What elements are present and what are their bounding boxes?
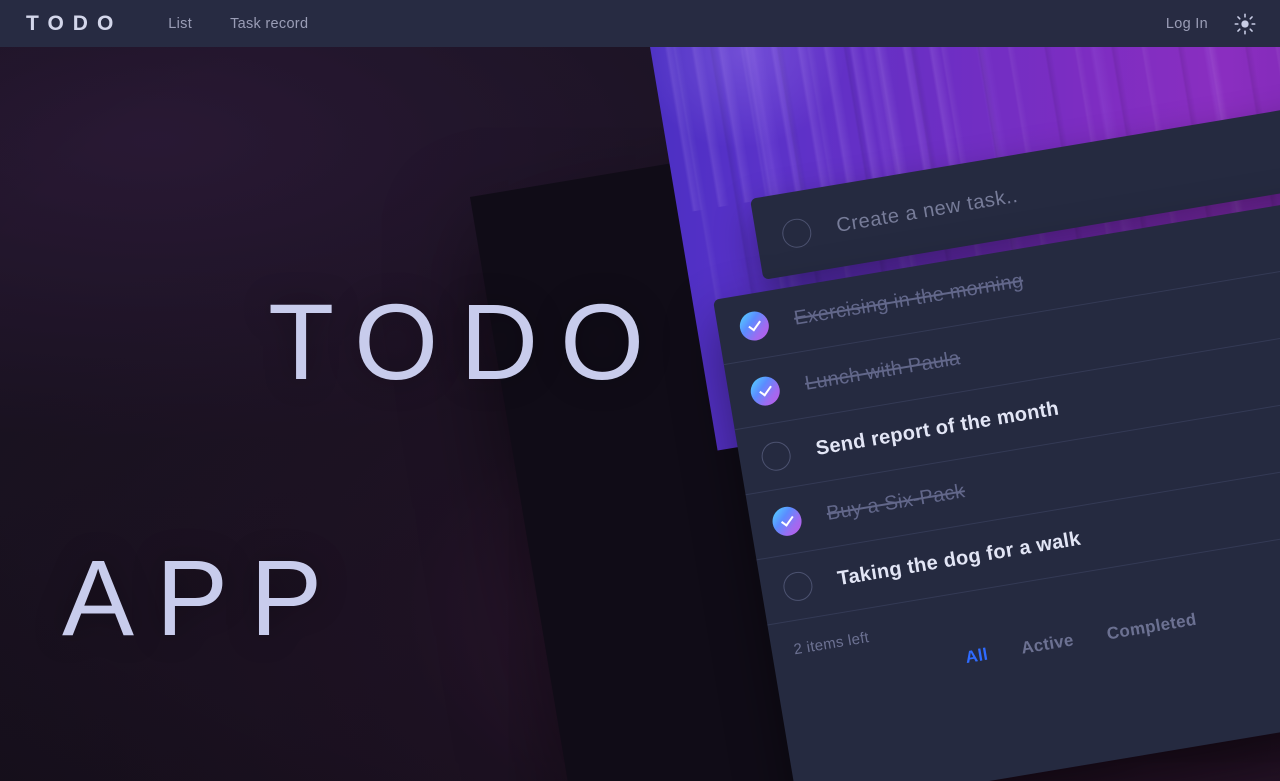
filter-all[interactable]: All (964, 645, 990, 668)
new-task-placeholder: Create a new task.. (834, 184, 1020, 237)
task-label: Buy a Six-Pack (825, 480, 967, 525)
nav-right-group: Log In (1166, 9, 1260, 39)
navbar: TODO List Task record Log In (0, 0, 1280, 47)
filter-group: All Active Completed (964, 610, 1198, 668)
page-title-line-1: TODO (268, 281, 667, 402)
task-checkbox-checked-icon[interactable] (737, 309, 772, 343)
empty-circle-icon (780, 216, 814, 250)
nav-links: List Task record (168, 16, 308, 32)
nav-link-task-record[interactable]: Task record (230, 16, 308, 32)
items-left-count: 2 items left (792, 629, 871, 659)
task-checkbox-unchecked-icon[interactable] (759, 439, 793, 473)
brand-logo[interactable]: TODO (26, 12, 122, 36)
task-checkbox-checked-icon[interactable] (748, 374, 782, 408)
app-root: TODO List Task record Log In TODO APP Cr… (0, 0, 1280, 781)
login-button[interactable]: Log In (1166, 16, 1208, 32)
nav-link-list[interactable]: List (168, 16, 192, 32)
task-checkbox-unchecked-icon[interactable] (781, 569, 815, 604)
filter-active[interactable]: Active (1020, 630, 1075, 658)
page-title: TODO APP (62, 150, 666, 781)
task-checkbox-checked-icon[interactable] (770, 504, 804, 539)
page-title-line-2: APP (62, 537, 345, 658)
filter-completed[interactable]: Completed (1105, 610, 1198, 645)
mockup-photo-title: TODO (784, 47, 984, 49)
task-label: Lunch with Paula (803, 347, 962, 395)
sun-icon[interactable] (1230, 9, 1260, 39)
